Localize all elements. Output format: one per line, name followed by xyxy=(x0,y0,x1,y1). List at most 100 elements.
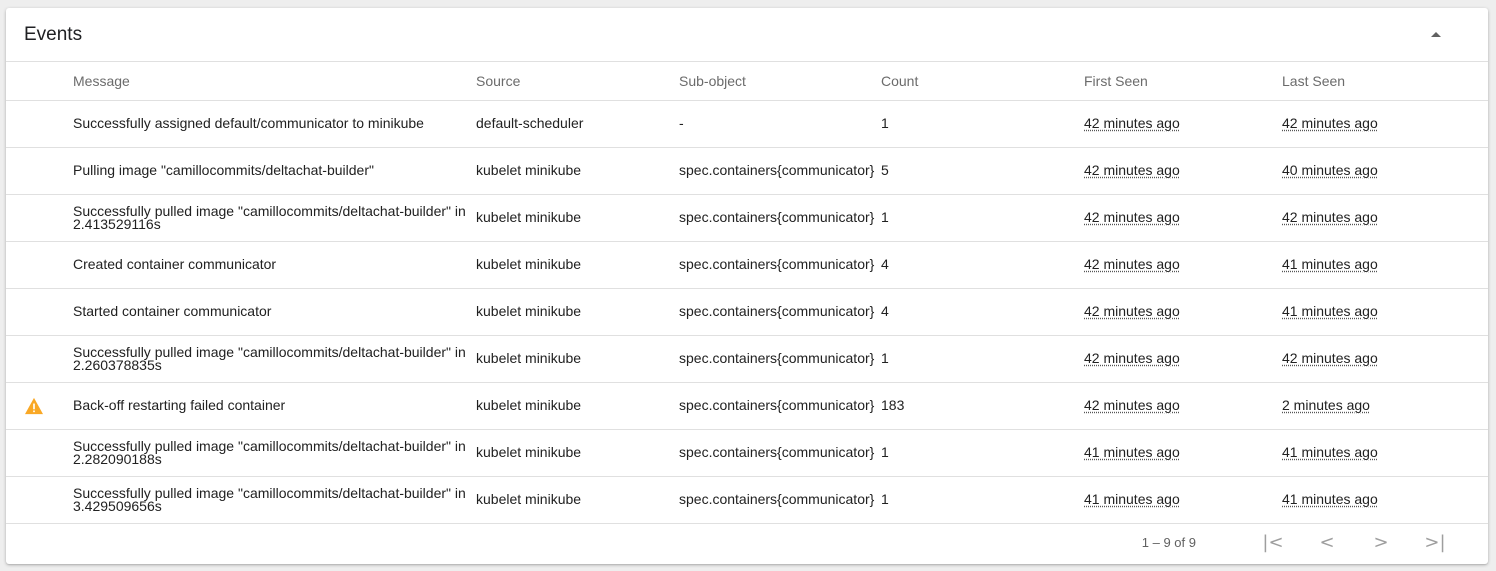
event-message-cell: Successfully pulled image "camillocommit… xyxy=(67,476,470,524)
caret-up-icon xyxy=(1431,32,1441,37)
event-last-seen-cell: 42 minutes ago xyxy=(1276,335,1488,383)
event-last-seen-cell: 42 minutes ago xyxy=(1276,194,1488,242)
event-source-cell: kubelet minikube xyxy=(470,194,673,242)
event-first-seen-link[interactable]: 42 minutes ago xyxy=(1084,397,1180,413)
event-last-seen-link[interactable]: 42 minutes ago xyxy=(1282,115,1378,131)
row-status-cell xyxy=(6,429,67,477)
row-status-cell xyxy=(6,147,67,195)
event-first-seen-cell: 41 minutes ago xyxy=(1078,429,1276,477)
event-source-cell: kubelet minikube xyxy=(470,147,673,195)
event-source-cell: kubelet minikube xyxy=(470,288,673,336)
event-subobject-cell: spec.containers{communicator} xyxy=(673,476,875,524)
event-source-cell: kubelet minikube xyxy=(470,429,673,477)
event-first-seen-cell: 42 minutes ago xyxy=(1078,288,1276,336)
event-message-cell: Pulling image "camillocommits/deltachat-… xyxy=(67,147,470,195)
event-first-seen-link[interactable]: 42 minutes ago xyxy=(1084,115,1180,131)
event-first-seen-cell: 42 minutes ago xyxy=(1078,382,1276,430)
first-page-icon: |< xyxy=(1262,532,1284,553)
event-count-cell: 1 xyxy=(875,476,1078,524)
event-message-cell: Successfully pulled image "camillocommit… xyxy=(67,429,470,477)
column-header-subobject: Sub-object xyxy=(673,62,875,101)
event-subobject-cell: spec.containers{communicator} xyxy=(673,288,875,336)
event-source-cell: default-scheduler xyxy=(470,100,673,148)
last-page-button[interactable]: >| xyxy=(1418,529,1452,557)
event-source-cell: kubelet minikube xyxy=(470,382,673,430)
row-status-cell xyxy=(6,241,67,289)
event-subobject-cell: spec.containers{communicator} xyxy=(673,335,875,383)
event-last-seen-cell: 41 minutes ago xyxy=(1276,241,1488,289)
event-first-seen-link[interactable]: 42 minutes ago xyxy=(1084,162,1180,178)
first-page-button[interactable]: |< xyxy=(1256,529,1290,557)
column-header-icon xyxy=(6,62,67,101)
event-message-cell: Successfully pulled image "camillocommit… xyxy=(67,335,470,383)
row-status-cell xyxy=(6,476,67,524)
event-first-seen-cell: 42 minutes ago xyxy=(1078,194,1276,242)
event-count-cell: 1 xyxy=(875,100,1078,148)
event-count-cell: 5 xyxy=(875,147,1078,195)
event-last-seen-cell: 40 minutes ago xyxy=(1276,147,1488,195)
next-page-button[interactable]: > xyxy=(1364,529,1398,557)
column-header-first-seen: First Seen xyxy=(1078,62,1276,101)
event-last-seen-cell: 2 minutes ago xyxy=(1276,382,1488,430)
event-last-seen-link[interactable]: 41 minutes ago xyxy=(1282,303,1378,319)
event-last-seen-link[interactable]: 42 minutes ago xyxy=(1282,350,1378,366)
event-first-seen-cell: 42 minutes ago xyxy=(1078,147,1276,195)
event-subobject-cell: spec.containers{communicator} xyxy=(673,194,875,242)
event-first-seen-cell: 42 minutes ago xyxy=(1078,241,1276,289)
previous-page-button[interactable]: < xyxy=(1310,529,1344,557)
row-status-cell xyxy=(6,382,67,430)
warning-icon xyxy=(25,397,43,414)
event-count-cell: 183 xyxy=(875,382,1078,430)
paginator: 1 – 9 of 9 |< < > >| xyxy=(6,524,1488,562)
event-message-cell: Started container communicator xyxy=(67,288,470,336)
table-row: Successfully pulled image "camillocommit… xyxy=(6,429,1488,477)
table-header-row: Message Source Sub-object Count First Se… xyxy=(6,62,1488,101)
event-message-cell: Successfully pulled image "camillocommit… xyxy=(67,194,470,242)
event-first-seen-link[interactable]: 42 minutes ago xyxy=(1084,303,1180,319)
table-row: Successfully assigned default/communicat… xyxy=(6,100,1488,148)
event-source-cell: kubelet minikube xyxy=(470,476,673,524)
event-last-seen-cell: 41 minutes ago xyxy=(1276,476,1488,524)
row-status-cell xyxy=(6,288,67,336)
event-last-seen-cell: 41 minutes ago xyxy=(1276,429,1488,477)
paginator-range-label: 1 – 9 of 9 xyxy=(1141,535,1196,550)
event-first-seen-cell: 41 minutes ago xyxy=(1078,476,1276,524)
event-message-cell: Back-off restarting failed container xyxy=(67,382,470,430)
event-source-cell: kubelet minikube xyxy=(470,241,673,289)
event-last-seen-link[interactable]: 41 minutes ago xyxy=(1282,491,1378,507)
last-page-icon: >| xyxy=(1424,532,1446,553)
event-last-seen-link[interactable]: 42 minutes ago xyxy=(1282,209,1378,225)
event-first-seen-link[interactable]: 41 minutes ago xyxy=(1084,491,1180,507)
events-table: Message Source Sub-object Count First Se… xyxy=(6,62,1488,524)
event-first-seen-link[interactable]: 42 minutes ago xyxy=(1084,350,1180,366)
event-source-cell: kubelet minikube xyxy=(470,335,673,383)
column-header-last-seen: Last Seen xyxy=(1276,62,1488,101)
chevron-left-icon: < xyxy=(1319,532,1335,553)
column-header-source: Source xyxy=(470,62,673,101)
collapse-button[interactable] xyxy=(1424,23,1448,47)
event-last-seen-cell: 42 minutes ago xyxy=(1276,100,1488,148)
event-last-seen-link[interactable]: 40 minutes ago xyxy=(1282,162,1378,178)
event-last-seen-link[interactable]: 41 minutes ago xyxy=(1282,256,1378,272)
event-last-seen-link[interactable]: 2 minutes ago xyxy=(1282,397,1370,413)
row-status-cell xyxy=(6,194,67,242)
events-card: Events Message Source Sub-object Count F… xyxy=(6,8,1488,564)
event-first-seen-link[interactable]: 41 minutes ago xyxy=(1084,444,1180,460)
event-last-seen-link[interactable]: 41 minutes ago xyxy=(1282,444,1378,460)
table-row: Successfully pulled image "camillocommit… xyxy=(6,335,1488,383)
column-header-message: Message xyxy=(67,62,470,101)
row-status-cell xyxy=(6,100,67,148)
column-header-count: Count xyxy=(875,62,1078,101)
row-status-cell xyxy=(6,335,67,383)
event-last-seen-cell: 41 minutes ago xyxy=(1276,288,1488,336)
event-message-cell: Created container communicator xyxy=(67,241,470,289)
event-first-seen-link[interactable]: 42 minutes ago xyxy=(1084,209,1180,225)
table-row: Started container communicator kubelet mi… xyxy=(6,288,1488,336)
table-row: Created container communicator kubelet mi… xyxy=(6,241,1488,289)
event-first-seen-cell: 42 minutes ago xyxy=(1078,100,1276,148)
event-subobject-cell: - xyxy=(673,100,875,148)
card-header: Events xyxy=(6,8,1488,62)
event-subobject-cell: spec.containers{communicator} xyxy=(673,429,875,477)
event-message-cell: Successfully assigned default/communicat… xyxy=(67,100,470,148)
event-first-seen-link[interactable]: 42 minutes ago xyxy=(1084,256,1180,272)
